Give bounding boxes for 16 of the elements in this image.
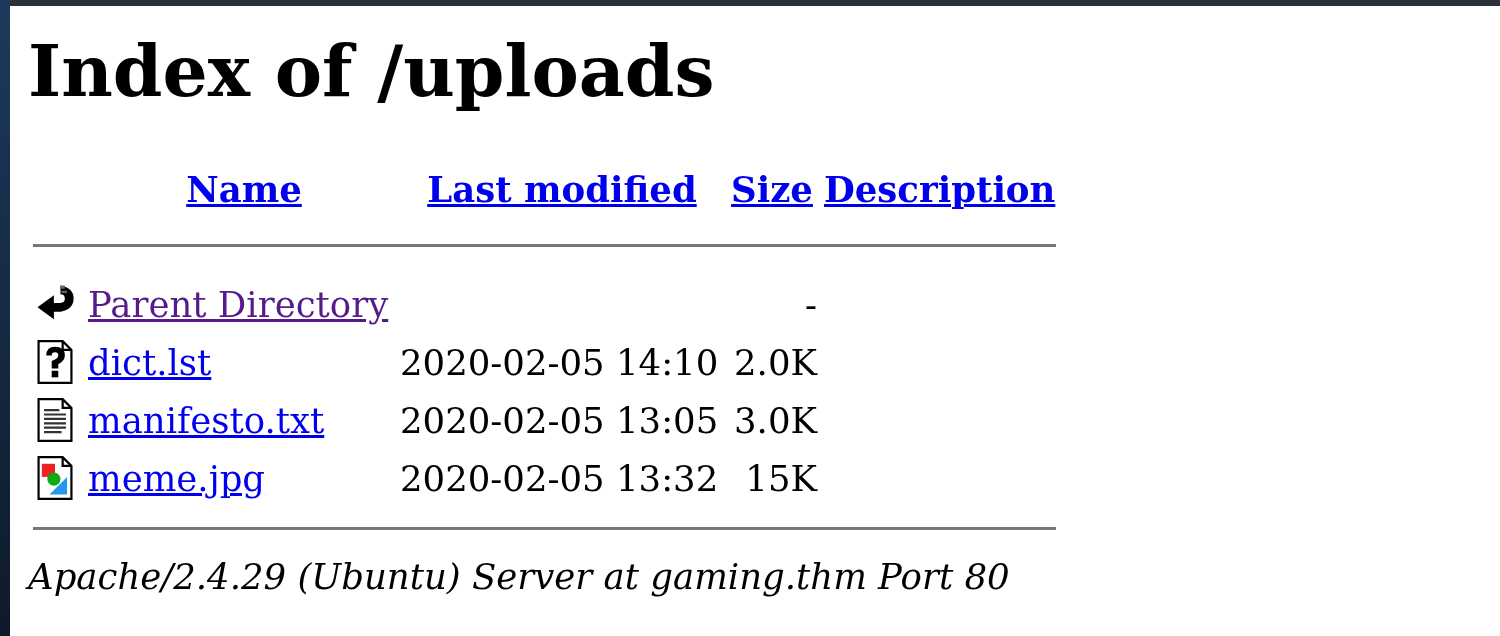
modified-date: 2020-02-05 14:10 — [400, 341, 719, 383]
file-size: 15K — [745, 457, 817, 499]
file-link[interactable]: manifesto.txt — [88, 399, 325, 441]
file-size: 3.0K — [734, 399, 817, 441]
file-link[interactable]: Parent Directory — [88, 283, 389, 325]
file-size: - — [805, 283, 817, 325]
column-header-link[interactable]: Size — [731, 168, 813, 210]
file-link[interactable]: dict.lst — [88, 341, 212, 383]
file-link[interactable]: meme.jpg — [88, 457, 266, 499]
column-header-link[interactable]: Description — [824, 168, 1056, 210]
modified-date: 2020-02-05 13:05 — [400, 399, 719, 441]
page-heading: Index of /uploads — [28, 32, 716, 111]
column-header-link[interactable]: Name — [186, 168, 302, 210]
column-header-link[interactable]: Last modified — [427, 168, 697, 210]
file-size: 2.0K — [734, 341, 817, 383]
modified-date: 2020-02-05 13:32 — [400, 457, 719, 499]
